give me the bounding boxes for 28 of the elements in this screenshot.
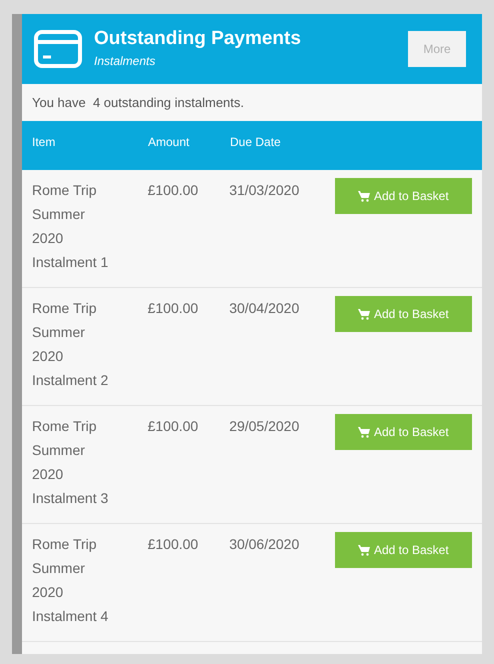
column-header: Amount xyxy=(148,134,190,151)
table-cell-text: 31/03/2020 xyxy=(229,181,300,200)
add-to-basket-button[interactable]: Add to Basket xyxy=(334,414,472,450)
table-cell-text: 29/05/2020 xyxy=(229,417,300,436)
cart-icon xyxy=(358,544,370,556)
table-cell-text: £100.00 xyxy=(148,417,200,436)
table-cell-text: £100.00 xyxy=(148,535,200,554)
credit-card-icon xyxy=(34,30,82,68)
cart-icon xyxy=(358,426,370,438)
add-to-basket-button[interactable]: Add to Basket xyxy=(334,532,472,568)
table-cell-text: 30/04/2020 xyxy=(229,299,300,318)
column-header: Item xyxy=(32,134,56,151)
more-button[interactable]: More xyxy=(408,31,466,67)
table-cell-text: Rome Trip Summer 2020 Instalment 2 xyxy=(32,299,110,390)
add-to-basket-button[interactable]: Add to Basket xyxy=(334,178,472,214)
table-cell-text: Rome Trip Summer 2020 Instalment 3 xyxy=(32,417,110,508)
column-header: Due Date xyxy=(230,134,282,151)
table-cell-text: 30/06/2020 xyxy=(229,535,300,554)
table-cell-text: £100.00 xyxy=(148,299,200,318)
panel-subtitle: Instalments xyxy=(94,53,156,70)
cart-icon xyxy=(358,308,370,320)
table-cell-text: Rome Trip Summer 2020 Instalment 4 xyxy=(32,535,110,626)
table-cell-text: Rome Trip Summer 2020 Instalment 1 xyxy=(32,181,110,272)
add-to-basket-button[interactable]: Add to Basket xyxy=(334,296,472,332)
panel-title: Outstanding Payments xyxy=(94,27,302,51)
cart-icon xyxy=(358,190,370,202)
table-cell-text: £100.00 xyxy=(148,181,200,200)
summary-text: You have 4 outstanding instalments. xyxy=(31,94,245,112)
